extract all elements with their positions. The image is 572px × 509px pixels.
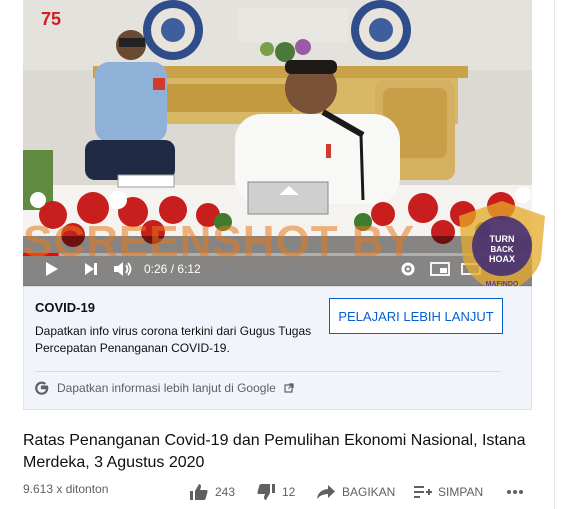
share-arrow-icon xyxy=(317,485,335,499)
view-count: 9.613 x ditonton xyxy=(23,482,109,496)
svg-text:BACK: BACK xyxy=(490,245,513,254)
like-count: 243 xyxy=(215,485,236,499)
dislike-count: 12 xyxy=(282,485,296,499)
info-panel-title: COVID-19 xyxy=(35,300,95,315)
thumbs-up-icon xyxy=(190,484,208,500)
info-panel-divider xyxy=(35,371,501,372)
google-info-link[interactable]: Dapatkan informasi lebih lanjut di Googl… xyxy=(35,381,294,395)
covid-info-panel: COVID-19 Dapatkan info virus corona terk… xyxy=(23,286,532,410)
info-panel-description: Dapatkan info virus corona terkini dari … xyxy=(35,324,312,355)
svg-text:TURN: TURN xyxy=(490,234,515,244)
turnbackhoax-badge-icon: TURN BACK HOAX MAFINDO xyxy=(459,201,545,293)
svg-text:HOAX: HOAX xyxy=(489,254,515,264)
google-info-link-label: Dapatkan informasi lebih lanjut di Googl… xyxy=(57,381,276,395)
share-button[interactable]: BAGIKAN xyxy=(316,481,395,503)
more-horizontal-icon xyxy=(507,490,523,494)
svg-text:75: 75 xyxy=(41,9,61,29)
save-button[interactable]: SIMPAN xyxy=(414,481,483,503)
page-edge xyxy=(554,0,572,509)
save-label: SIMPAN xyxy=(438,485,484,499)
google-g-icon xyxy=(35,381,49,395)
miniplayer-icon[interactable] xyxy=(430,261,450,277)
thumbs-down-icon xyxy=(257,484,275,500)
like-button[interactable]: 243 xyxy=(189,481,235,503)
more-actions-button[interactable] xyxy=(506,481,524,503)
external-link-icon xyxy=(284,383,294,393)
watermark-text: SCREENSHOT BY xyxy=(23,217,415,266)
video-title: Ratas Penanganan Covid-19 dan Pemulihan … xyxy=(23,432,526,471)
share-label: BAGIKAN xyxy=(342,485,396,499)
add-to-playlist-icon xyxy=(414,486,432,498)
dislike-button[interactable]: 12 xyxy=(256,481,295,503)
learn-more-button[interactable]: PELAJARI LEBIH LANJUT xyxy=(329,298,503,334)
